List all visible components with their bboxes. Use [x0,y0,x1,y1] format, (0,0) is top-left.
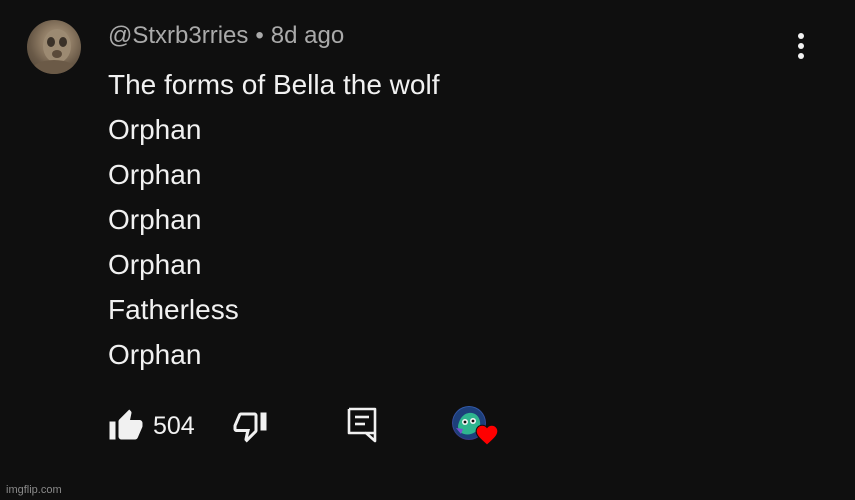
comment-line: Orphan [108,159,202,190]
comment-line: Orphan [108,114,202,145]
meta-separator: • [255,22,264,49]
dislike-button[interactable] [232,408,268,444]
comment-meta: @Stxrb3rries • 8d ago [108,22,344,50]
avatar-image [32,29,76,74]
comment-line: Fatherless [108,294,239,325]
like-button[interactable] [108,408,144,444]
like-count: 504 [153,412,195,440]
more-actions-button[interactable] [789,30,813,64]
comment-line: Orphan [108,204,202,235]
comment-body: The forms of Bella the wolf Orphan Orpha… [108,62,439,377]
comment-actions: 504 [0,404,855,450]
thumbs-down-icon [233,412,267,443]
comment-timestamp[interactable]: 8d ago [271,22,344,49]
creator-heart-badge [452,406,500,450]
comment-author[interactable]: @Stxrb3rries [108,22,248,49]
reply-button[interactable] [346,406,378,444]
reply-icon [347,407,377,443]
comment-line: Orphan [108,339,202,370]
heart-icon [475,424,499,446]
comment-line: The forms of Bella the wolf [108,69,440,100]
thumbs-up-icon [109,409,143,440]
watermark: imgflip.com [6,484,62,496]
kebab-menu-icon [798,33,804,59]
commenter-avatar[interactable] [27,20,81,74]
comment-line: Orphan [108,249,202,280]
